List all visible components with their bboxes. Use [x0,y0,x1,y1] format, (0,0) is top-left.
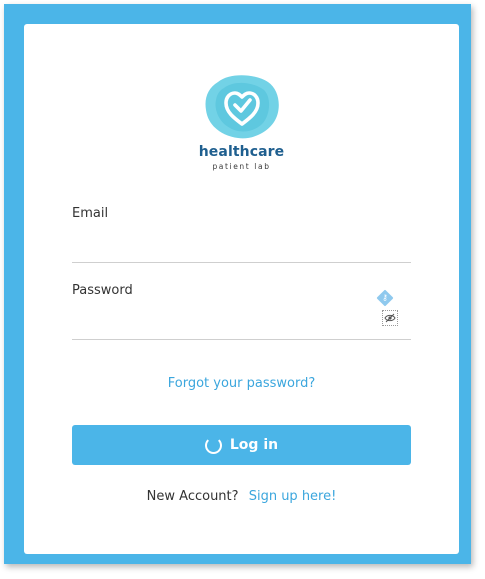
password-label: Password [72,283,133,298]
forgot-password-link[interactable]: Forgot your password? [24,376,459,391]
page-frame: healthcare patient lab Email Password ⚷ … [4,4,471,564]
signup-link[interactable]: Sign up here! [249,489,337,504]
email-label: Email [72,206,109,221]
loading-spinner-icon [204,436,222,454]
password-field[interactable] [72,317,411,340]
brand-name: healthcare [198,144,285,160]
email-field[interactable] [72,240,411,263]
login-button-label: Log in [229,437,279,453]
new-account-text: New Account? [146,489,239,504]
login-card: healthcare patient lab Email Password ⚷ … [24,24,459,554]
brand-tagline: patient lab [212,162,271,171]
heart-check-icon [205,75,279,139]
signup-row: New Account? Sign up here! [24,489,459,504]
login-button[interactable]: Log in [72,425,411,465]
eye-slash-icon[interactable] [382,310,398,326]
key-badge-icon: ⚷ [376,289,394,307]
